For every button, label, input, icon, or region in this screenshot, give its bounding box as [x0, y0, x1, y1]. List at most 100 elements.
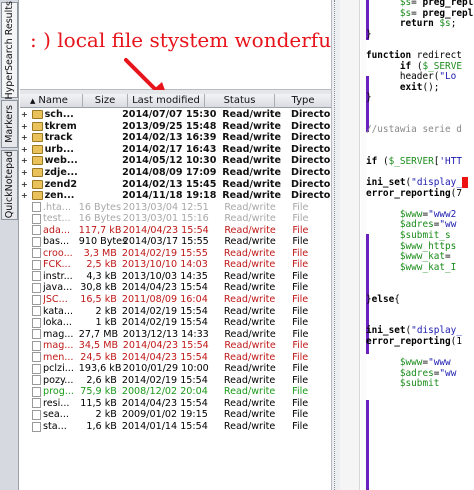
file-row[interactable]: java... 30,8 kB 2014/04/23 15:54 Read/write…	[20, 282, 331, 294]
file-row[interactable]: .hta... 16 Bytes 2013/03/04 12:51 Read/writ…	[20, 201, 331, 213]
expand-icon[interactable]: +	[20, 191, 29, 200]
cell-name: FCK...	[43, 259, 71, 271]
directory-row[interactable]: + zdje... 2014/08/09 17:09 Read/write Direct…	[20, 167, 331, 179]
cell-date: 2014/04/23 15:54	[121, 397, 208, 409]
expand-icon[interactable]: +	[20, 145, 29, 154]
code-line[interactable]	[340, 422, 474, 433]
file-row[interactable]: pclzi... 193,6 kB 2010/01/29 10:00 Read/wri…	[20, 363, 331, 375]
code-line[interactable]	[340, 411, 474, 422]
directory-row[interactable]: + web... 2014/05/12 10:30 Read/write Directo…	[20, 155, 331, 167]
directory-row[interactable]: + track 2014/02/13 16:39 Read/write Director…	[20, 132, 331, 144]
file-row[interactable]: instr... 4,3 kB 2013/10/03 14:35 Read/write…	[20, 271, 331, 283]
code-line[interactable]	[340, 390, 474, 401]
file-row[interactable]: FCK... 2,5 kB 2013/10/10 14:03 Read/write Fi…	[20, 259, 331, 271]
cell-status: Read/write	[224, 224, 276, 236]
code-editor[interactable]: $s= preg_repl $s= preg_repl return $s;} f…	[340, 0, 474, 490]
code-line[interactable]	[340, 401, 474, 412]
line-number	[340, 485, 360, 490]
code-line[interactable]: }else{	[340, 294, 474, 306]
expand-icon[interactable]: +	[20, 110, 29, 119]
file-row[interactable]: croo... 3,3 MB 2014/02/19 15:55 Read/write F…	[20, 248, 331, 260]
file-row[interactable]: pozy... 2,6 kB 2014/02/19 15:54 Read/write F…	[20, 375, 331, 387]
cell-date: 2014/01/14 15:54	[121, 421, 208, 433]
directory-row[interactable]: + urb... 2014/02/17 16:43 Read/write Directo…	[20, 144, 331, 156]
code-line[interactable]	[340, 104, 474, 115]
column-header-type[interactable]: Type	[275, 94, 331, 108]
code-line[interactable]	[340, 136, 474, 147]
cell-status: Read/write	[223, 282, 276, 294]
file-icon	[32, 398, 41, 409]
file-row[interactable]: sea... 2 kB 2009/01/02 19:15 Read/write File	[20, 409, 331, 421]
tab-hypersearch-results[interactable]: HyperSearch Results	[1, 1, 18, 99]
file-row[interactable]: mag... 27,7 MB 2013/12/13 14:33 Read/write F…	[20, 328, 331, 340]
file-row[interactable]: prog... 75,9 kB 2008/12/02 20:04 Read/write…	[20, 386, 331, 398]
code-line[interactable]	[340, 284, 474, 295]
column-header-status[interactable]: Status	[205, 94, 275, 108]
line-number	[340, 326, 360, 337]
line-number	[340, 220, 360, 231]
cell-date: 2014/02/17 16:43	[122, 143, 217, 155]
file-row[interactable]: men... 24,5 kB 2014/04/23 15:54 Read/write F…	[20, 351, 331, 363]
code-line[interactable]	[340, 454, 474, 465]
file-row[interactable]: kata... 2 kB 2014/02/19 15:54 Read/write Fil…	[20, 305, 331, 317]
cell-date: 2014/03/17 15:55	[122, 236, 209, 248]
cell-size: 75,9 kB	[80, 386, 117, 398]
file-row[interactable]: bas... 910 Bytes 2014/03/17 15:55 Read/writ…	[20, 236, 331, 248]
code-line[interactable]	[340, 273, 474, 284]
column-header-name[interactable]: ▲ Name	[20, 94, 83, 108]
file-row[interactable]: loka... 1 kB 2014/02/19 15:54 Read/write Fil…	[20, 317, 331, 329]
code-line[interactable]	[340, 443, 474, 454]
code-line[interactable]: }	[340, 29, 474, 41]
expand-icon[interactable]: +	[20, 168, 29, 177]
directory-row[interactable]: + tkrem 2013/09/25 15:48 Read/write Director…	[20, 121, 331, 133]
expand-icon[interactable]: +	[20, 180, 29, 189]
cell-size: 16,5 kB	[80, 294, 117, 306]
directory-row[interactable]: + zen... 2014/11/18 19:18 Read/write Directo…	[20, 190, 331, 202]
code-line[interactable]: //ustawia serie d	[340, 124, 474, 136]
line-number	[340, 284, 360, 295]
code-line[interactable]: }	[340, 93, 474, 104]
code-line[interactable]: exit();	[340, 82, 474, 94]
file-row[interactable]: test... 16 Bytes 2013/03/01 15:16 Read/writ…	[20, 213, 331, 225]
code-line[interactable]: if ($_SERVER['HTT	[340, 156, 474, 168]
file-row[interactable]: JSC... 16,5 kB 2011/08/09 16:04 Read/write F…	[20, 294, 331, 306]
code-line[interactable]	[340, 464, 474, 475]
expand-icon[interactable]: +	[20, 122, 29, 131]
cell-date: 2009/01/02 19:15	[121, 409, 208, 421]
cell-status: Read/write	[223, 247, 276, 259]
expand-icon[interactable]: +	[20, 133, 29, 142]
splitter-grip[interactable]	[334, 0, 338, 490]
file-browser-panel: : ) local file stystem wonderfull ▲ Name …	[20, 0, 344, 490]
code-line[interactable]: $www_kat_I	[340, 262, 474, 274]
cell-date: 2014/04/23 15:54	[121, 351, 208, 363]
cell-size: 16 Bytes	[78, 201, 121, 213]
code-line[interactable]: error_reporting(1	[340, 336, 474, 348]
cell-type: File	[292, 224, 309, 236]
column-header-size[interactable]: Size	[83, 94, 128, 108]
tab-quicknotepad[interactable]: QuickNotepad	[1, 150, 18, 220]
code-line[interactable]	[340, 432, 474, 443]
code-line[interactable]	[340, 485, 474, 490]
cell-name: JSC...	[43, 294, 68, 306]
column-header-last-modified[interactable]: Last modified	[128, 94, 205, 108]
file-row[interactable]: ada... 117,7 kB 2014/04/23 15:54 Read/write…	[20, 224, 331, 236]
file-row[interactable]: resi... 11,5 kB 2014/04/23 15:54 Read/write…	[20, 398, 331, 410]
code-line[interactable]: return $s;	[340, 18, 474, 30]
cell-date: 2014/05/12 10:30	[122, 155, 217, 167]
directory-row[interactable]: + sch... 2014/07/07 15:30 Read/write Directo…	[20, 109, 331, 121]
file-row[interactable]: mag... 34,5 MB 2014/04/23 15:54 Read/write F…	[20, 340, 331, 352]
cell-name: ada...	[43, 224, 70, 236]
cell-status: Read/write	[223, 386, 276, 398]
tab-markers[interactable]: Markers	[1, 100, 18, 148]
file-row[interactable]: sta... 1,6 kB 2014/01/14 15:54 Read/write Fi…	[20, 421, 331, 433]
code-line[interactable]: $submit	[340, 379, 474, 390]
directory-row[interactable]: + zend2 2014/02/13 15:45 Read/write Director…	[20, 178, 331, 190]
code-line[interactable]	[340, 305, 474, 316]
file-icon	[32, 213, 41, 224]
code-line[interactable]	[340, 475, 474, 486]
code-line[interactable]: error_reporting(7	[340, 188, 474, 200]
line-number	[340, 210, 360, 221]
expand-icon[interactable]: +	[20, 156, 29, 165]
panel-splitter[interactable]	[331, 0, 340, 490]
